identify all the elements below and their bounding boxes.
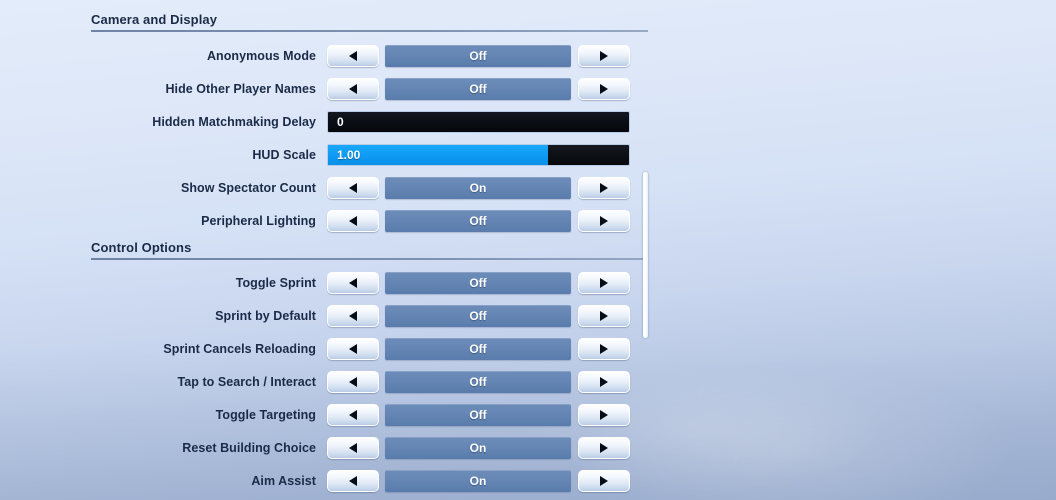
- chevron-left-icon: [349, 278, 357, 288]
- chevron-right-icon: [600, 183, 608, 193]
- decrement-arrow-left-button[interactable]: [327, 305, 379, 327]
- increment-arrow-right-button[interactable]: [578, 305, 630, 327]
- setting-value[interactable]: Off: [385, 78, 571, 100]
- settings-panel: Camera and Display Anonymous Mode Off Hide …: [0, 0, 660, 500]
- increment-arrow-right-button[interactable]: [578, 78, 630, 100]
- setting-row-show-spectator-count: Show Spectator Count On: [0, 175, 660, 201]
- setting-value[interactable]: On: [385, 177, 571, 199]
- setting-row-hide-other-player-names: Hide Other Player Names Off: [0, 76, 660, 102]
- increment-arrow-right-button[interactable]: [578, 437, 630, 459]
- setting-row-peripheral-lighting: Peripheral Lighting Off: [0, 208, 660, 234]
- chevron-right-icon: [600, 476, 608, 486]
- setting-label: Tap to Search / Interact: [177, 375, 316, 389]
- setting-row-sprint-cancels-reloading: Sprint Cancels Reloading Off: [0, 336, 660, 362]
- increment-arrow-right-button[interactable]: [578, 404, 630, 426]
- decrement-arrow-left-button[interactable]: [327, 272, 379, 294]
- setting-label: Hidden Matchmaking Delay: [152, 115, 316, 129]
- section-header-camera-and-display: Camera and Display: [91, 12, 648, 32]
- chevron-right-icon: [600, 216, 608, 226]
- setting-label: Sprint Cancels Reloading: [163, 342, 316, 356]
- setting-row-sprint-by-default: Sprint by Default Off: [0, 303, 660, 329]
- chevron-right-icon: [600, 278, 608, 288]
- setting-label: Toggle Targeting: [215, 408, 316, 422]
- setting-label: Aim Assist: [251, 474, 316, 488]
- section-divider: [91, 258, 648, 260]
- section-header-control-options: Control Options: [91, 240, 648, 260]
- chevron-right-icon: [600, 311, 608, 321]
- setting-slider[interactable]: 1.00: [327, 144, 630, 166]
- setting-value[interactable]: Off: [385, 45, 571, 67]
- increment-arrow-right-button[interactable]: [578, 45, 630, 67]
- decrement-arrow-left-button[interactable]: [327, 177, 379, 199]
- setting-row-reset-building-choice: Reset Building Choice On: [0, 435, 660, 461]
- setting-label: HUD Scale: [252, 148, 316, 162]
- increment-arrow-right-button[interactable]: [578, 470, 630, 492]
- setting-value[interactable]: Off: [385, 338, 571, 360]
- increment-arrow-right-button[interactable]: [578, 210, 630, 232]
- settings-scrollbar[interactable]: [643, 172, 648, 338]
- setting-row-hidden-matchmaking-delay: Hidden Matchmaking Delay 0: [0, 109, 660, 135]
- setting-label: Peripheral Lighting: [201, 214, 316, 228]
- setting-label: Anonymous Mode: [206, 49, 316, 63]
- setting-label: Show Spectator Count: [180, 181, 316, 195]
- setting-row-aim-assist: Aim Assist On: [0, 468, 660, 494]
- decrement-arrow-left-button[interactable]: [327, 45, 379, 67]
- chevron-left-icon: [349, 216, 357, 226]
- chevron-right-icon: [600, 377, 608, 387]
- increment-arrow-right-button[interactable]: [578, 272, 630, 294]
- decrement-arrow-left-button[interactable]: [327, 338, 379, 360]
- chevron-right-icon: [600, 410, 608, 420]
- decrement-arrow-left-button[interactable]: [327, 371, 379, 393]
- chevron-right-icon: [600, 84, 608, 94]
- setting-row-tap-to-search-interact: Tap to Search / Interact Off: [0, 369, 660, 395]
- chevron-left-icon: [349, 377, 357, 387]
- chevron-left-icon: [349, 410, 357, 420]
- setting-value[interactable]: Off: [385, 272, 571, 294]
- setting-label: Hide Other Player Names: [165, 82, 316, 96]
- setting-value[interactable]: Off: [385, 210, 571, 232]
- decrement-arrow-left-button[interactable]: [327, 404, 379, 426]
- background-landscape-detail: [660, 380, 1056, 500]
- setting-value[interactable]: On: [385, 470, 571, 492]
- setting-label: Reset Building Choice: [182, 441, 316, 455]
- setting-value[interactable]: Off: [385, 404, 571, 426]
- scrollbar-thumb[interactable]: [643, 172, 648, 338]
- chevron-left-icon: [349, 443, 357, 453]
- decrement-arrow-left-button[interactable]: [327, 210, 379, 232]
- setting-value[interactable]: Off: [385, 371, 571, 393]
- chevron-left-icon: [349, 84, 357, 94]
- chevron-right-icon: [600, 443, 608, 453]
- chevron-left-icon: [349, 51, 357, 61]
- slider-value-label: 1.00: [337, 148, 361, 162]
- chevron-left-icon: [349, 344, 357, 354]
- setting-text-input[interactable]: 0: [327, 111, 630, 133]
- setting-row-anonymous-mode: Anonymous Mode Off: [0, 43, 660, 69]
- chevron-right-icon: [600, 51, 608, 61]
- setting-value[interactable]: On: [385, 437, 571, 459]
- decrement-arrow-left-button[interactable]: [327, 437, 379, 459]
- setting-row-hud-scale: HUD Scale 1.00: [0, 142, 660, 168]
- section-divider: [91, 30, 648, 32]
- setting-row-toggle-sprint: Toggle Sprint Off: [0, 270, 660, 296]
- increment-arrow-right-button[interactable]: [578, 338, 630, 360]
- section-title: Control Options: [91, 240, 192, 255]
- setting-row-toggle-targeting: Toggle Targeting Off: [0, 402, 660, 428]
- slider-fill: [328, 145, 548, 165]
- increment-arrow-right-button[interactable]: [578, 177, 630, 199]
- setting-value[interactable]: Off: [385, 305, 571, 327]
- setting-label: Sprint by Default: [215, 309, 316, 323]
- decrement-arrow-left-button[interactable]: [327, 470, 379, 492]
- chevron-left-icon: [349, 476, 357, 486]
- decrement-arrow-left-button[interactable]: [327, 78, 379, 100]
- chevron-left-icon: [349, 183, 357, 193]
- chevron-left-icon: [349, 311, 357, 321]
- section-title: Camera and Display: [91, 12, 218, 27]
- chevron-right-icon: [600, 344, 608, 354]
- increment-arrow-right-button[interactable]: [578, 371, 630, 393]
- setting-label: Toggle Sprint: [235, 276, 316, 290]
